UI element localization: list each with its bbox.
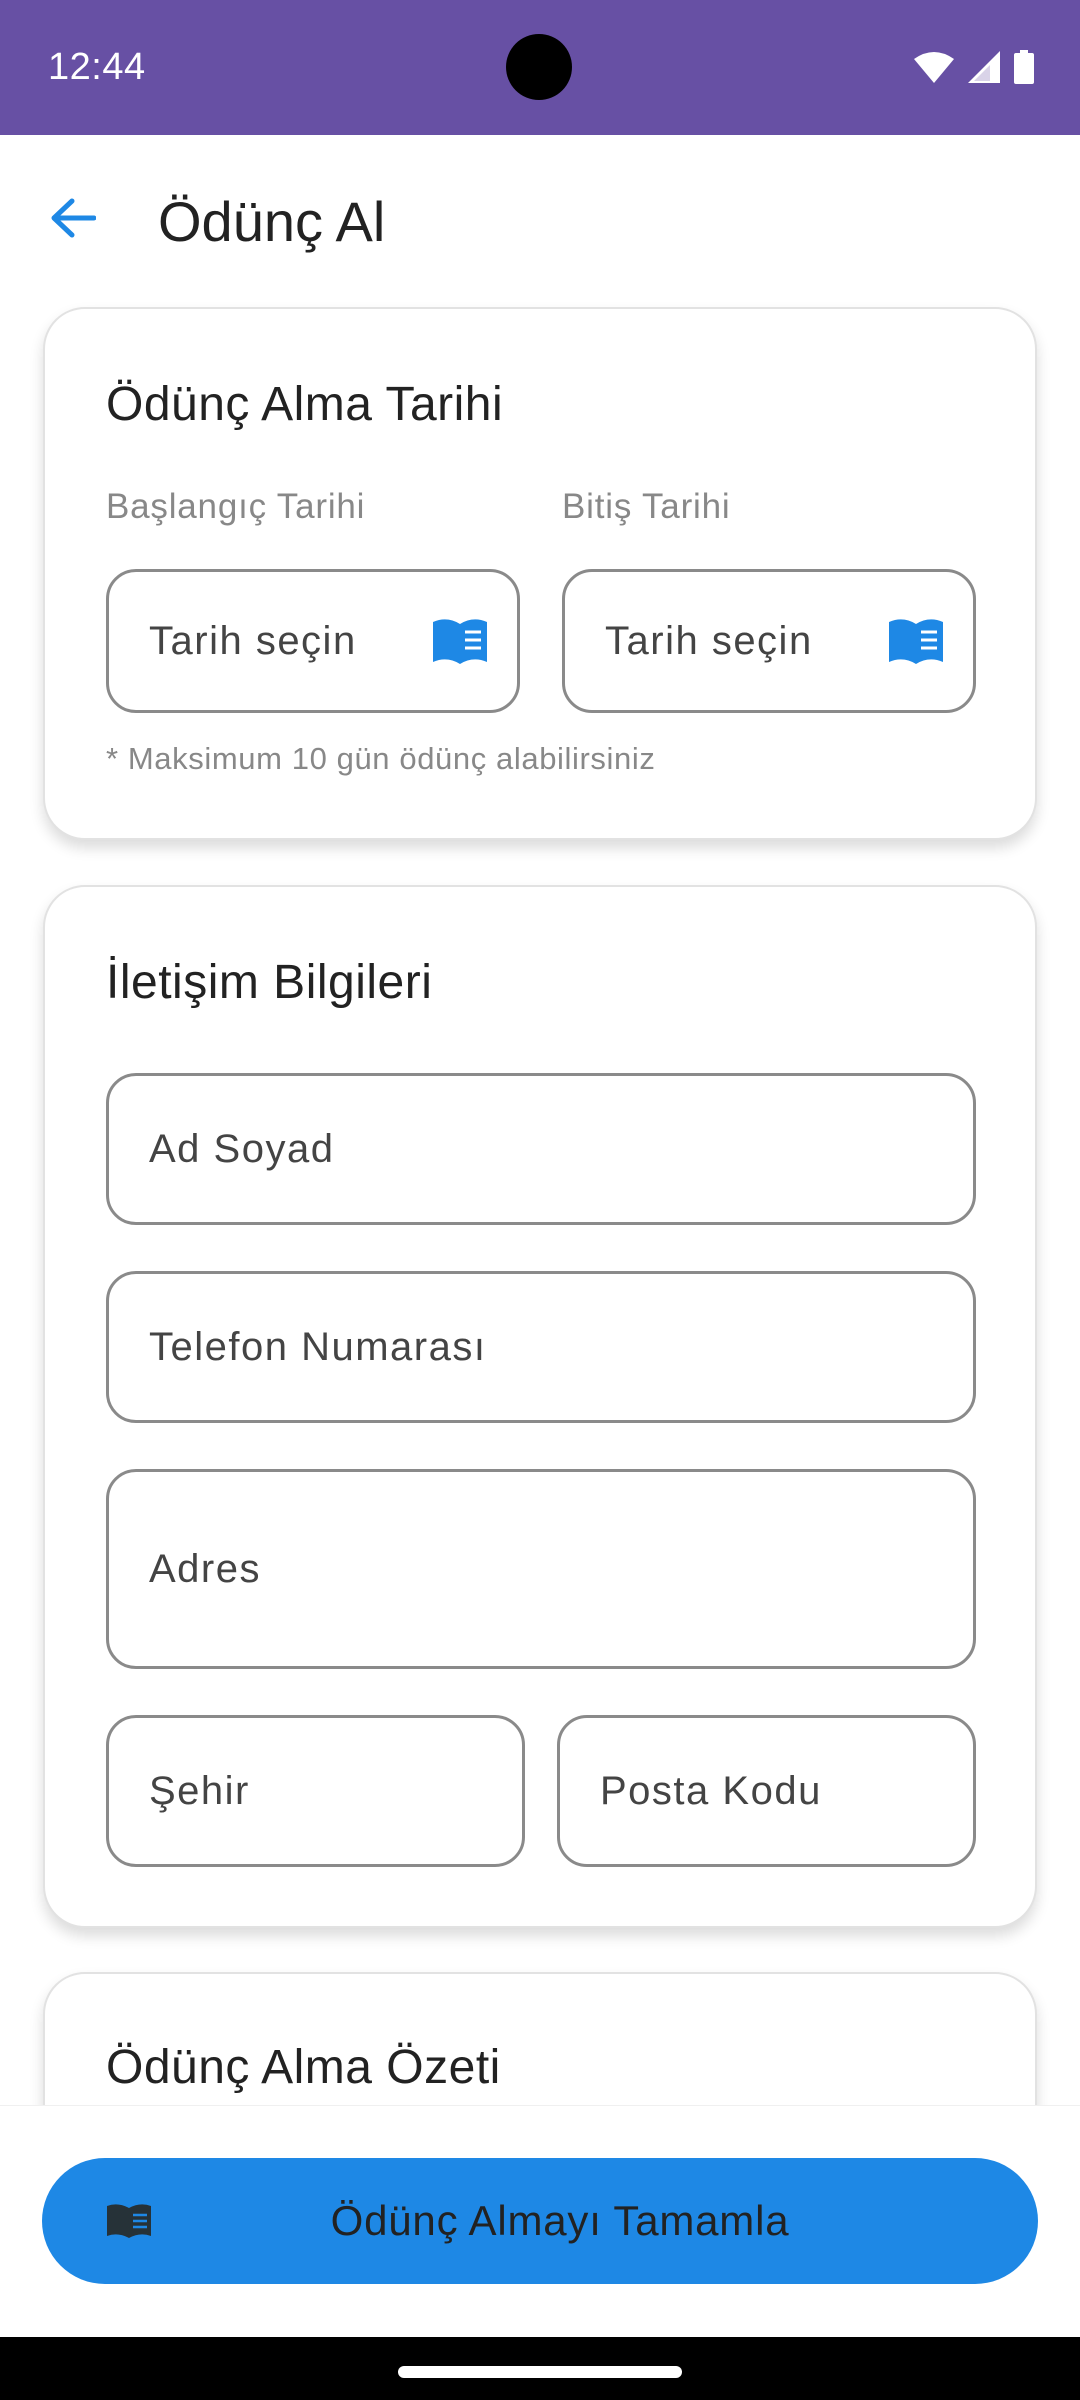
cellular-signal-icon	[968, 51, 1000, 83]
page-title: Ödünç Al	[158, 190, 386, 253]
status-bar: 12:44	[0, 0, 1080, 135]
open-book-icon[interactable]	[885, 616, 947, 666]
complete-borrow-label: Ödünç Almayı Tamamla	[330, 2197, 790, 2244]
start-date-field[interactable]: Tarih seçin	[106, 569, 520, 713]
full-name-placeholder: Ad Soyad	[149, 1126, 335, 1171]
complete-borrow-button[interactable]: Ödünç Almayı Tamamla	[42, 2158, 1038, 2284]
book-icon	[107, 2204, 151, 2238]
back-button[interactable]	[40, 185, 106, 251]
city-placeholder: Şehir	[149, 1768, 250, 1813]
app-bar: Ödünç Al	[0, 135, 1080, 305]
end-date-label: Bitiş Tarihi	[562, 487, 731, 526]
status-icons	[914, 50, 1034, 84]
start-date-label: Başlangıç Tarihi	[106, 487, 366, 526]
contact-info-title: İletişim Bilgileri	[106, 956, 433, 1009]
postal-code-field[interactable]: Posta Kodu	[557, 1715, 976, 1867]
system-nav-bar	[0, 2337, 1080, 2400]
address-placeholder: Adres	[149, 1546, 261, 1591]
status-time: 12:44	[48, 46, 146, 88]
start-date-placeholder: Tarih seçin	[149, 618, 357, 663]
city-field[interactable]: Şehir	[106, 1715, 525, 1867]
wifi-icon	[914, 52, 954, 83]
max-days-hint: * Maksimum 10 gün ödünç alabilirsiniz	[106, 741, 656, 776]
address-field[interactable]: Adres	[106, 1469, 976, 1669]
phone-number-placeholder: Telefon Numarası	[149, 1324, 487, 1369]
postal-code-placeholder: Posta Kodu	[600, 1768, 822, 1813]
battery-icon	[1014, 50, 1034, 84]
end-date-placeholder: Tarih seçin	[605, 618, 813, 663]
open-book-icon[interactable]	[429, 616, 491, 666]
contact-info-card: İletişim Bilgileri Ad Soyad Telefon Numa…	[43, 885, 1037, 1928]
camera-cutout	[506, 34, 572, 100]
borrow-date-title: Ödünç Alma Tarihi	[106, 378, 504, 431]
end-date-field[interactable]: Tarih seçin	[562, 569, 976, 713]
phone-number-field[interactable]: Telefon Numarası	[106, 1271, 976, 1423]
full-name-field[interactable]: Ad Soyad	[106, 1073, 976, 1225]
borrow-summary-title: Ödünç Alma Özeti	[106, 2041, 501, 2094]
arrow-left-icon	[51, 198, 96, 238]
home-indicator[interactable]	[398, 2366, 682, 2378]
borrow-date-card: Ödünç Alma Tarihi Başlangıç Tarihi Bitiş…	[43, 307, 1037, 840]
